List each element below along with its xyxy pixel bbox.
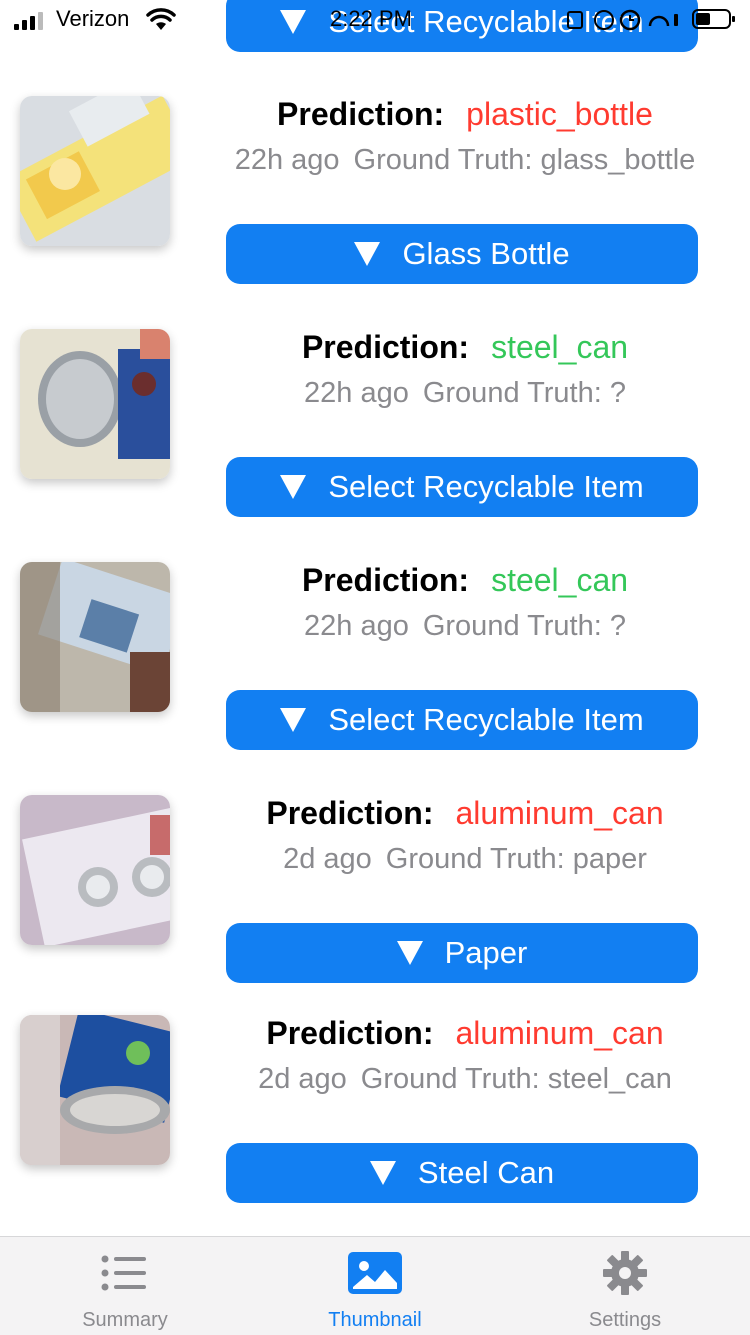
- prediction-line: Prediction: steel_can: [180, 562, 750, 602]
- ground-truth-label: Ground Truth:: [422, 377, 602, 409]
- timestamp: 22h ago: [304, 377, 409, 409]
- prediction-label: Prediction:: [266, 1015, 434, 1051]
- item-thumbnail[interactable]: [20, 562, 170, 712]
- select-button-label: Steel Can: [417, 1155, 555, 1190]
- photo-icon: [348, 1252, 402, 1294]
- timestamp: 2d ago: [283, 843, 372, 875]
- item-thumbnail[interactable]: [20, 1015, 170, 1165]
- list-icon: [101, 1255, 146, 1291]
- prediction-value: aluminum_can: [455, 1015, 664, 1051]
- prediction-label: Prediction:: [301, 562, 470, 598]
- carrier-name: Verizon: [56, 6, 130, 31]
- select-button-label: Paper: [444, 935, 528, 970]
- status-indicator-icons: [567, 9, 678, 31]
- tab-label: Settings: [588, 1309, 662, 1331]
- ground-truth-value: steel_can: [547, 1063, 672, 1095]
- select-button-label: Select Recyclable Item: [328, 702, 644, 737]
- ground-truth-label: Ground Truth:: [385, 843, 565, 875]
- prediction-value: aluminum_can: [455, 795, 664, 831]
- prediction-line: Prediction: aluminum_can: [180, 1015, 750, 1055]
- meta-line: 2d ago Ground Truth: steel_can: [180, 1063, 750, 1103]
- ground-truth-select-button[interactable]: Glass Bottle: [226, 224, 698, 284]
- dropdown-triangle-icon: [280, 708, 307, 732]
- status-time: 2:22 PM: [330, 6, 412, 31]
- dropdown-triangle-icon: [396, 941, 423, 965]
- ground-truth-select-button[interactable]: Select Recyclable Item: [226, 690, 698, 750]
- select-button-label: Glass Bottle: [402, 236, 570, 271]
- ground-truth-label: Ground Truth:: [360, 1063, 540, 1095]
- ground-truth-label: Ground Truth:: [422, 610, 602, 642]
- prediction-value: steel_can: [491, 329, 629, 365]
- prediction-line: Prediction: plastic_bottle: [180, 96, 750, 136]
- dropdown-triangle-icon: [369, 1161, 396, 1185]
- prediction-label: Prediction:: [301, 329, 470, 365]
- prediction-label: Prediction:: [266, 795, 434, 831]
- gear-icon: [603, 1251, 647, 1295]
- list-item: Prediction: steel_can 22h ago Ground Truth…: [0, 329, 750, 562]
- tab-summary[interactable]: Summary: [0, 1237, 250, 1335]
- list-item: Prediction: steel_can 22h ago Ground Truth…: [0, 562, 750, 795]
- dropdown-triangle-icon: [280, 475, 307, 499]
- ground-truth-select-button[interactable]: Select Recyclable Item: [226, 457, 698, 517]
- meta-line: 22h ago Ground Truth: glass_bottle: [180, 144, 750, 184]
- ground-truth-value: paper: [572, 843, 647, 875]
- tab-bar: Summary Thumbnail Settings: [0, 1236, 750, 1335]
- list-item: Prediction: aluminum_can 2d ago Ground Tru…: [0, 795, 750, 1028]
- tab-thumbnail[interactable]: Thumbnail: [250, 1237, 500, 1335]
- ground-truth-select-button[interactable]: Steel Can: [226, 1143, 698, 1203]
- battery-icon: [692, 9, 735, 29]
- tab-label: Summary: [82, 1309, 168, 1331]
- item-thumbnail[interactable]: [20, 329, 170, 479]
- prediction-line: Prediction: aluminum_can: [180, 795, 750, 835]
- prediction-line: Prediction: steel_can: [180, 329, 750, 369]
- wifi-icon: [146, 8, 176, 30]
- tab-settings[interactable]: Settings: [500, 1237, 750, 1335]
- status-bar: Verizon 2:22 PM: [0, 0, 750, 42]
- dropdown-triangle-icon: [354, 242, 381, 266]
- ground-truth-value: glass_bottle: [540, 144, 696, 176]
- item-thumbnail[interactable]: [20, 96, 170, 246]
- select-button-label: Select Recyclable Item: [328, 469, 644, 504]
- item-thumbnail[interactable]: [20, 795, 170, 945]
- prediction-label: Prediction:: [277, 96, 445, 132]
- list-item: Prediction: aluminum_can 2d ago Ground Tru…: [0, 1015, 750, 1248]
- meta-line: 22h ago Ground Truth: ?: [180, 610, 750, 650]
- ground-truth-select-button[interactable]: Paper: [226, 923, 698, 983]
- meta-line: 2d ago Ground Truth: paper: [180, 843, 750, 883]
- ground-truth-value: ?: [609, 610, 626, 642]
- timestamp: 2d ago: [258, 1063, 347, 1095]
- meta-line: 22h ago Ground Truth: ?: [180, 377, 750, 417]
- ground-truth-label: Ground Truth:: [353, 144, 533, 176]
- ground-truth-value: ?: [609, 377, 626, 409]
- timestamp: 22h ago: [304, 610, 409, 642]
- list-item: Prediction: plastic_bottle 22h ago Ground …: [0, 96, 750, 329]
- prediction-value: steel_can: [491, 562, 629, 598]
- cellular-signal-icon: [14, 12, 43, 30]
- tab-label: Thumbnail: [328, 1309, 422, 1331]
- timestamp: 22h ago: [234, 144, 340, 176]
- prediction-value: plastic_bottle: [466, 96, 653, 132]
